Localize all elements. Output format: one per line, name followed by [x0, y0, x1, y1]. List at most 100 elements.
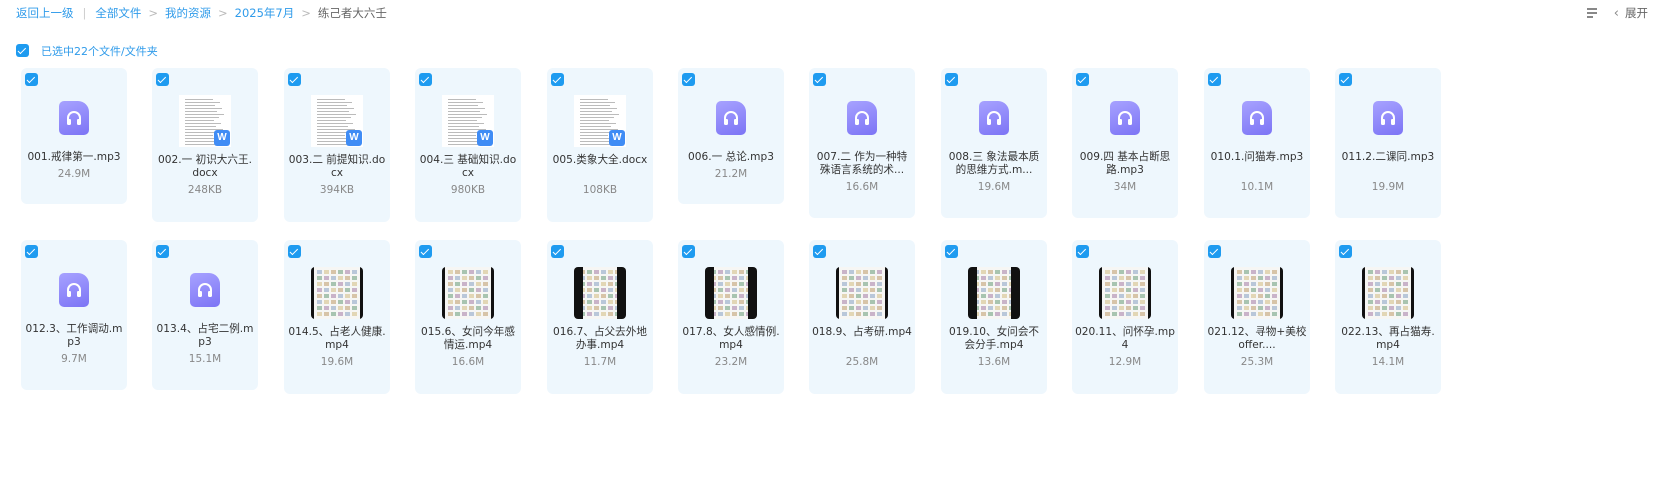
file-card[interactable]: W 002.一 初识大六王.docx 248KB — [152, 68, 258, 222]
chevron-left-icon[interactable]: ‹ — [1614, 6, 1619, 21]
file-card[interactable]: 022.13、再占猫寿.mp4 14.1M — [1335, 240, 1441, 394]
audio-file-icon — [1242, 101, 1272, 135]
file-name: 017.8、女人感情例.mp4 — [682, 326, 780, 351]
file-checkbox[interactable] — [682, 73, 695, 86]
file-checkbox[interactable] — [156, 245, 169, 258]
file-card[interactable]: 001.戒律第一.mp3 24.9M — [21, 68, 127, 204]
chevron-right-icon: > — [218, 6, 228, 20]
file-name: 007.二 作为一种特殊语言系统的术... — [816, 151, 908, 176]
file-checkbox[interactable] — [1208, 73, 1221, 86]
file-checkbox[interactable] — [813, 245, 826, 258]
word-file-icon: W — [346, 130, 362, 146]
file-size: 13.6M — [977, 356, 1011, 368]
audio-file-icon — [847, 101, 877, 135]
select-all-checkbox[interactable] — [16, 44, 29, 57]
file-checkbox[interactable] — [419, 245, 432, 258]
chevron-right-icon: > — [148, 6, 159, 20]
breadcrumb-current: 练己者大六壬 — [317, 6, 387, 20]
file-checkbox[interactable] — [156, 73, 169, 86]
audio-file-icon — [1373, 101, 1403, 135]
select-all-row: 已选中22个文件/文件夹 — [16, 40, 158, 58]
file-card[interactable]: 011.2.二课同.mp3 19.9M — [1335, 68, 1441, 218]
file-card[interactable]: 010.1.问猫寿.mp3 10.1M — [1204, 68, 1310, 218]
file-name: 010.1.问猫寿.mp3 — [1210, 151, 1304, 163]
file-size: 10.1M — [1240, 181, 1274, 193]
breadcrumb-item-my-resources[interactable]: 我的资源 — [165, 5, 211, 21]
file-card[interactable]: 018.9、占考研.mp4 25.8M — [809, 240, 915, 394]
view-tools: ‹ 展开 — [1586, 5, 1648, 21]
file-checkbox[interactable] — [551, 245, 564, 258]
file-size: 25.3M — [1240, 356, 1274, 368]
audio-file-icon — [190, 273, 220, 307]
chevron-right-icon: > — [301, 6, 311, 20]
file-card[interactable]: 020.11、问怀孕.mp4 12.9M — [1072, 240, 1178, 394]
file-size: 15.1M — [188, 353, 222, 365]
file-name: 012.3、工作调动.mp3 — [25, 323, 123, 348]
file-checkbox[interactable] — [288, 73, 301, 86]
file-checkbox[interactable] — [945, 245, 958, 258]
file-size: 34M — [1113, 181, 1137, 193]
audio-file-icon — [979, 101, 1009, 135]
file-card[interactable]: 006.一 总论.mp3 21.2M — [678, 68, 784, 204]
video-thumbnail — [968, 267, 1020, 319]
file-name: 005.类象大全.docx — [552, 154, 648, 166]
file-name: 018.9、占考研.mp4 — [812, 326, 912, 338]
file-size: 19.9M — [1371, 181, 1405, 193]
file-name: 002.一 初识大六王.docx — [158, 154, 252, 179]
breadcrumb-item-month[interactable]: 2025年7月 — [235, 5, 295, 21]
file-checkbox[interactable] — [1339, 245, 1352, 258]
back-link[interactable]: 返回上一级 — [16, 5, 74, 21]
video-thumbnail — [705, 267, 757, 319]
file-checkbox[interactable] — [1339, 73, 1352, 86]
file-card[interactable]: 012.3、工作调动.mp3 9.7M — [21, 240, 127, 390]
file-name: 009.四 基本占断思路.mp3 — [1079, 151, 1171, 176]
expand-button[interactable]: 展开 — [1625, 5, 1648, 21]
audio-file-icon — [716, 101, 746, 135]
list-view-icon[interactable] — [1586, 7, 1598, 19]
file-card[interactable]: 009.四 基本占断思路.mp3 34M — [1072, 68, 1178, 218]
audio-file-icon — [1110, 101, 1140, 135]
file-card[interactable]: W 005.类象大全.docx 108KB — [547, 68, 653, 222]
file-checkbox[interactable] — [813, 73, 826, 86]
audio-file-icon — [59, 273, 89, 307]
file-checkbox[interactable] — [945, 73, 958, 86]
file-name: 019.10、女问会不会分手.mp4 — [948, 326, 1040, 351]
file-name: 004.三 基础知识.docx — [419, 154, 517, 179]
file-name: 001.戒律第一.mp3 — [27, 151, 121, 163]
file-card[interactable]: W 004.三 基础知识.docx 980KB — [415, 68, 521, 222]
file-card[interactable]: 019.10、女问会不会分手.mp4 13.6M — [941, 240, 1047, 394]
file-checkbox[interactable] — [419, 73, 432, 86]
file-size: 19.6M — [977, 181, 1011, 193]
file-checkbox[interactable] — [1076, 73, 1089, 86]
breadcrumb-item-all-files[interactable]: 全部文件 — [95, 5, 141, 21]
file-card[interactable]: 008.三 象法最本质的思维方式.m... 19.6M — [941, 68, 1047, 218]
file-card[interactable]: 021.12、寻物+美校offer.... 25.3M — [1204, 240, 1310, 394]
file-name: 015.6、女问今年感情运.mp4 — [421, 326, 515, 351]
file-checkbox[interactable] — [288, 245, 301, 258]
video-thumbnail — [574, 267, 626, 319]
word-file-icon: W — [214, 130, 230, 146]
file-size: 108KB — [582, 184, 618, 196]
file-card[interactable]: 007.二 作为一种特殊语言系统的术... 16.6M — [809, 68, 915, 218]
file-checkbox[interactable] — [682, 245, 695, 258]
video-thumbnail — [1231, 267, 1283, 319]
file-size: 14.1M — [1371, 356, 1405, 368]
file-card[interactable]: 017.8、女人感情例.mp4 23.2M — [678, 240, 784, 394]
file-size: 16.6M — [451, 356, 485, 368]
file-checkbox[interactable] — [25, 245, 38, 258]
file-name: 016.7、占父去外地办事.mp4 — [553, 326, 647, 351]
file-checkbox[interactable] — [1076, 245, 1089, 258]
file-card[interactable]: W 003.二 前提知识.docx 394KB — [284, 68, 390, 222]
file-card[interactable]: 015.6、女问今年感情运.mp4 16.6M — [415, 240, 521, 394]
file-checkbox[interactable] — [1208, 245, 1221, 258]
file-card[interactable]: 013.4、占宅二例.mp3 15.1M — [152, 240, 258, 390]
divider: | — [82, 6, 87, 20]
file-card[interactable]: 014.5、占老人健康.mp4 19.6M — [284, 240, 390, 394]
audio-file-icon — [59, 101, 89, 135]
file-size: 21.2M — [714, 168, 748, 180]
file-name: 011.2.二课同.mp3 — [1341, 151, 1435, 163]
file-size: 394KB — [319, 184, 355, 196]
file-card[interactable]: 016.7、占父去外地办事.mp4 11.7M — [547, 240, 653, 394]
file-checkbox[interactable] — [551, 73, 564, 86]
file-checkbox[interactable] — [25, 73, 38, 86]
